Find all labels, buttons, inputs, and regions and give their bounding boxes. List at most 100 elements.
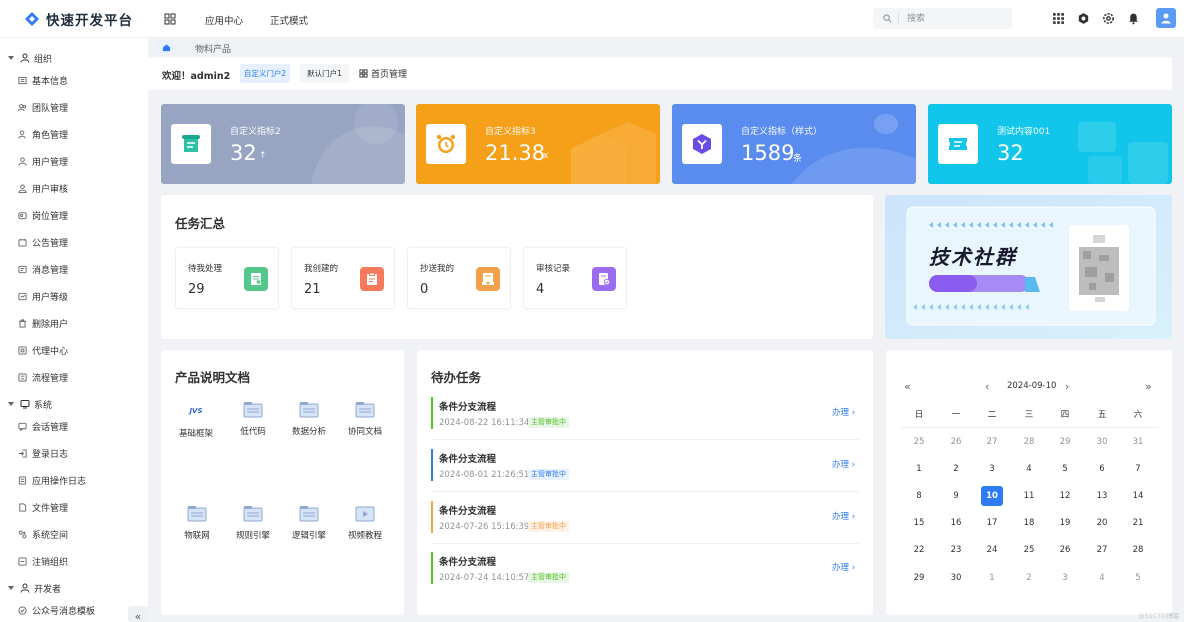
- calendar-day[interactable]: 29: [1054, 432, 1076, 452]
- calendar-day[interactable]: 2: [1018, 568, 1040, 588]
- sidebar-item-delete-user[interactable]: 删除用户: [18, 315, 68, 331]
- todo-item[interactable]: 条件分支流程 2024-08-01 21:26:51 主管审批中 办理 ›: [431, 449, 859, 489]
- sidebar-item-message[interactable]: 消息管理: [18, 261, 68, 277]
- search-box[interactable]: [873, 8, 1012, 29]
- prev-year-button[interactable]: «: [904, 380, 911, 393]
- search-input[interactable]: [907, 11, 1002, 26]
- sidebar-item-process[interactable]: 流程管理: [18, 369, 68, 385]
- sidebar-item-position[interactable]: 岗位管理: [18, 207, 68, 223]
- calendar-day[interactable]: 31: [1127, 432, 1149, 452]
- task-review-record[interactable]: 审核记录 4: [523, 247, 627, 309]
- calendar-day[interactable]: 24: [981, 540, 1003, 560]
- calendar-day[interactable]: 16: [945, 513, 967, 533]
- next-year-button[interactable]: »: [1145, 380, 1152, 393]
- calendar-day[interactable]: 27: [981, 432, 1003, 452]
- task-pending[interactable]: 待我处理 29: [175, 247, 279, 309]
- portal-tab-default[interactable]: 默认门户1: [300, 64, 349, 83]
- calendar-day[interactable]: 21: [1127, 513, 1149, 533]
- calendar-day[interactable]: 1: [981, 568, 1003, 588]
- calendar-day[interactable]: 5: [1054, 459, 1076, 479]
- doc-item-data-analysis[interactable]: 数据分析: [281, 401, 337, 437]
- nav-app-center[interactable]: 应用中心: [205, 13, 243, 27]
- task-created[interactable]: 我创建的 21: [291, 247, 395, 309]
- prev-month-button[interactable]: ‹: [985, 380, 989, 393]
- apps-icon[interactable]: [1052, 12, 1065, 25]
- calendar-day[interactable]: 8: [908, 486, 930, 506]
- calendar-day[interactable]: 9: [945, 486, 967, 506]
- task-cc[interactable]: 抄送我的 0: [407, 247, 511, 309]
- handle-link[interactable]: 办理 ›: [832, 561, 855, 573]
- tab-product[interactable]: 物料产品: [195, 42, 231, 55]
- user-avatar[interactable]: [1156, 8, 1176, 28]
- handle-link[interactable]: 办理 ›: [832, 458, 855, 470]
- portal-tab-custom[interactable]: 自定义门户2: [240, 64, 290, 83]
- settings-icon[interactable]: [1077, 12, 1090, 25]
- sidebar-item-wechat-template[interactable]: 公众号消息模板: [18, 602, 95, 618]
- calendar-day[interactable]: 14: [1127, 486, 1149, 506]
- calendar-day[interactable]: 22: [908, 540, 930, 560]
- handle-link[interactable]: 办理 ›: [832, 510, 855, 522]
- nav-formal-mode[interactable]: 正式模式: [270, 13, 308, 27]
- gear-icon[interactable]: [1102, 12, 1115, 25]
- calendar-day[interactable]: 2: [945, 459, 967, 479]
- sidebar-item-file[interactable]: 文件管理: [18, 499, 68, 515]
- tab-home[interactable]: [158, 40, 174, 54]
- todo-item[interactable]: 条件分支流程 2024-08-22 16:11:34 主管审批中 办理 ›: [431, 397, 859, 437]
- kpi-card-4[interactable]: 测试内容001 32: [928, 104, 1172, 184]
- todo-item[interactable]: 条件分支流程 2024-07-26 15:16:39 主管审批中 办理 ›: [431, 501, 859, 541]
- doc-item-video-tutorial[interactable]: 视频教程: [337, 505, 393, 541]
- calendar-day[interactable]: 3: [1054, 568, 1076, 588]
- kpi-card-1[interactable]: 自定义指标2 32 ↑: [161, 104, 405, 184]
- doc-item-base-framework[interactable]: JVS 基础框架: [168, 403, 224, 439]
- calendar-day[interactable]: 26: [1054, 540, 1076, 560]
- sidebar-item-role[interactable]: 角色管理: [18, 126, 68, 142]
- sidebar-group-org[interactable]: 组织: [0, 50, 52, 66]
- sidebar-item-team[interactable]: 团队管理: [18, 99, 68, 115]
- doc-item-low-code[interactable]: 低代码: [225, 401, 281, 437]
- next-month-button[interactable]: ›: [1065, 380, 1069, 393]
- calendar-day[interactable]: 30: [945, 568, 967, 588]
- home-management-button[interactable]: 首页管理: [359, 67, 407, 80]
- calendar-day[interactable]: 4: [1091, 568, 1113, 588]
- sidebar-item-user[interactable]: 用户管理: [18, 153, 68, 169]
- sidebar-item-login-log[interactable]: 登录日志: [18, 445, 68, 461]
- sidebar-item-proxy[interactable]: 代理中心: [18, 342, 68, 358]
- calendar-day[interactable]: 28: [1018, 432, 1040, 452]
- calendar-day[interactable]: 6: [1091, 459, 1113, 479]
- sidebar-item-session[interactable]: 会话管理: [18, 418, 68, 434]
- kpi-card-3[interactable]: 自定义指标（样式） 1589 条: [672, 104, 916, 184]
- calendar-day[interactable]: 28: [1127, 540, 1149, 560]
- app-logo[interactable]: 快速开发平台: [24, 9, 133, 29]
- calendar-day[interactable]: 11: [1018, 486, 1040, 506]
- calendar-day[interactable]: 4: [1018, 459, 1040, 479]
- calendar-day[interactable]: 27: [1091, 540, 1113, 560]
- doc-item-rule-engine[interactable]: 规则引擎: [225, 505, 281, 541]
- doc-item-iot[interactable]: 物联网: [169, 505, 225, 541]
- calendar-day[interactable]: 25: [1018, 540, 1040, 560]
- bell-icon[interactable]: [1127, 12, 1140, 25]
- calendar-day[interactable]: 25: [908, 432, 930, 452]
- calendar-day[interactable]: 5: [1127, 568, 1149, 588]
- handle-link[interactable]: 办理 ›: [832, 406, 855, 418]
- calendar-day[interactable]: 23: [945, 540, 967, 560]
- calendar-day[interactable]: 7: [1127, 459, 1149, 479]
- calendar-day[interactable]: 20: [1091, 513, 1113, 533]
- calendar-day[interactable]: 1: [908, 459, 930, 479]
- sidebar-item-user-level[interactable]: 用户等级: [18, 288, 68, 304]
- calendar-day[interactable]: 30: [1091, 432, 1113, 452]
- sidebar-item-space[interactable]: 系统空间: [18, 526, 68, 542]
- todo-item[interactable]: 条件分支流程 2024-07-24 14:10:57 主管审批中 办理 ›: [431, 552, 859, 592]
- calendar-day[interactable]: 13: [1091, 486, 1113, 506]
- calendar-day[interactable]: 29: [908, 568, 930, 588]
- sidebar-collapse-button[interactable]: «: [128, 606, 148, 622]
- doc-item-logic-engine[interactable]: 逻辑引擎: [281, 505, 337, 541]
- calendar-day[interactable]: 3: [981, 459, 1003, 479]
- calendar-day[interactable]: 19: [1054, 513, 1076, 533]
- calendar-day[interactable]: 18: [1018, 513, 1040, 533]
- calendar-day[interactable]: 15: [908, 513, 930, 533]
- community-banner[interactable]: 技术社群: [885, 195, 1172, 339]
- kpi-card-2[interactable]: 自定义指标3 21.38 x: [416, 104, 660, 184]
- sidebar-item-cancel-org[interactable]: 注销组织: [18, 553, 68, 569]
- sidebar-group-system[interactable]: 系统: [0, 396, 52, 412]
- apps-grid-icon[interactable]: [164, 13, 176, 25]
